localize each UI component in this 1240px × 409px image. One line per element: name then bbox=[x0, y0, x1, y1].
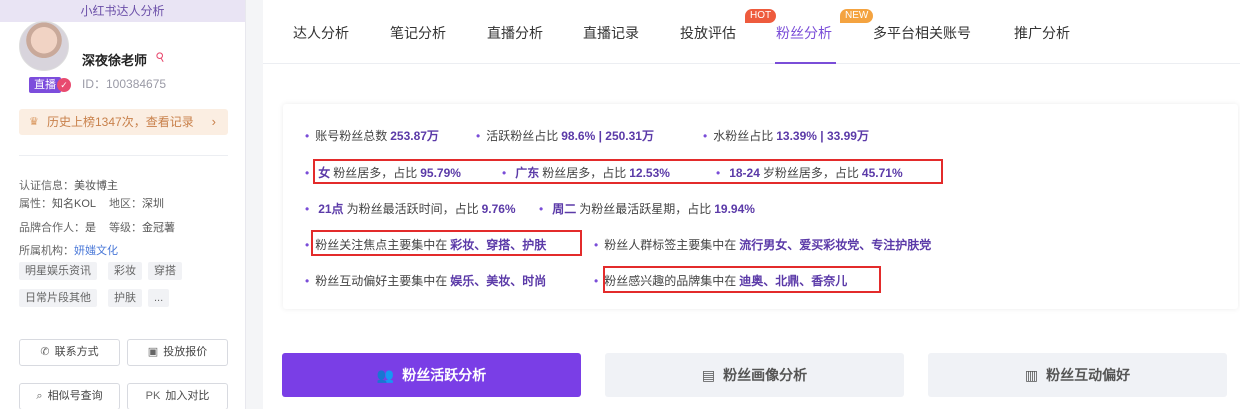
tag-item[interactable]: 彩妆 bbox=[108, 262, 142, 280]
org-info: 所属机构：妍媸文化 bbox=[19, 242, 118, 258]
stat-label: 为粉丝最活跃时间，占比 bbox=[346, 202, 479, 216]
tag-more[interactable]: ... bbox=[148, 289, 170, 307]
stat-value: 13.39% | 33.99万 bbox=[776, 129, 869, 143]
stat-value: 98.6% | 250.31万 bbox=[561, 129, 654, 143]
pin-icon[interactable]: ⚲ bbox=[153, 49, 168, 66]
tag-item[interactable]: 穿搭 bbox=[148, 262, 182, 280]
stat-label: 粉丝互动偏好主要集中在 bbox=[315, 274, 448, 288]
nickname: 深夜徐老师 bbox=[82, 53, 148, 68]
cert-label: 认证信息： bbox=[19, 180, 74, 192]
users-icon: 👥 bbox=[376, 367, 395, 383]
level-value: 金冠薯 bbox=[142, 222, 175, 234]
stat-key: 周二 bbox=[552, 202, 577, 216]
user-id: ID：100384675 bbox=[82, 77, 167, 91]
attr-label: 属性： bbox=[19, 198, 52, 210]
stat-key: 21点 bbox=[318, 202, 344, 216]
brand-partner-value: 是 bbox=[85, 222, 96, 234]
tab-bar: 达人分析 笔记分析 直播分析 直播记录 投放评估 粉丝分析 多平台相关账号 推广… bbox=[263, 0, 1240, 64]
avatar[interactable] bbox=[19, 21, 69, 71]
crown-icon: ♛ bbox=[29, 116, 39, 128]
contact-label: 联系方式 bbox=[54, 346, 99, 358]
quote-label: 投放报价 bbox=[163, 346, 208, 358]
tab-notes[interactable]: 笔记分析 bbox=[390, 23, 446, 43]
tab-fans[interactable]: 粉丝分析 bbox=[776, 23, 832, 43]
sidebar: 小红书达人分析 直播 ✓ 深夜徐老师 ⚲ ID：100384675 ♛ 历史上榜… bbox=[0, 0, 246, 409]
segment-label: 粉丝互动偏好 bbox=[1046, 367, 1131, 383]
active-hour-stat: • 21点 为粉丝最活跃时间，占比 9.76% bbox=[305, 202, 516, 216]
similar-label: 相似号查询 bbox=[47, 390, 103, 402]
audience-tag-stat: • 粉丝人群标签主要集中在 流行男女、爱买彩妆党、专注护肤党 bbox=[594, 238, 932, 252]
fans-portrait-tab[interactable]: ▤ 粉丝画像分析 bbox=[605, 353, 904, 397]
compare-label: 加入对比 bbox=[165, 390, 210, 402]
tab-multi-platform[interactable]: 多平台相关账号 bbox=[873, 23, 971, 43]
segment-label: 粉丝活跃分析 bbox=[402, 367, 487, 383]
fans-activity-tab[interactable]: 👥 粉丝活跃分析 bbox=[282, 353, 581, 397]
chevron-right-icon: › bbox=[211, 114, 216, 129]
level-label: 等级： bbox=[109, 222, 142, 234]
stat-label: 活跃粉丝占比 bbox=[486, 129, 559, 143]
stat-label: 账号粉丝总数 bbox=[315, 129, 388, 143]
tag-item[interactable]: 护肤 bbox=[108, 289, 142, 307]
brand-partner-info: 品牌合作人：是 bbox=[19, 219, 96, 235]
active-fans-stat: • 活跃粉丝占比 98.6% | 250.31万 bbox=[476, 129, 654, 143]
history-rank-text: 历史上榜1347次，查看记录 bbox=[47, 115, 194, 129]
tag-item[interactable]: 日常片段其他 bbox=[19, 289, 97, 307]
stat-value: 流行男女、爱买彩妆党、专注护肤党 bbox=[739, 238, 932, 252]
stat-label: 粉丝人群标签主要集中在 bbox=[604, 238, 737, 252]
highlight-box bbox=[313, 159, 943, 184]
fake-fans-stat: • 水粉丝占比 13.39% | 33.99万 bbox=[703, 129, 869, 143]
page: 小红书达人分析 直播 ✓ 深夜徐老师 ⚲ ID：100384675 ♛ 历史上榜… bbox=[0, 0, 1240, 409]
divider bbox=[19, 155, 228, 156]
bar-chart-icon: ▥ bbox=[1024, 367, 1039, 383]
tab-live-records[interactable]: 直播记录 bbox=[583, 23, 639, 43]
attr-value: 知名KOL bbox=[52, 198, 97, 210]
cert-value: 美妆博主 bbox=[74, 180, 118, 192]
stat-label: 水粉丝占比 bbox=[713, 129, 774, 143]
main-panel: 达人分析 笔记分析 直播分析 直播记录 投放评估 粉丝分析 多平台相关账号 推广… bbox=[263, 0, 1240, 409]
interaction-pref-stat: • 粉丝互动偏好主要集中在 娱乐、美妆、时尚 bbox=[305, 274, 547, 288]
tab-promotion[interactable]: 推广分析 bbox=[1014, 23, 1070, 43]
contact-button[interactable]: ✆ 联系方式 bbox=[19, 339, 120, 366]
sidebar-banner: 小红书达人分析 bbox=[0, 0, 245, 22]
active-tab-indicator bbox=[775, 62, 836, 64]
hot-badge: HOT bbox=[745, 9, 777, 23]
fans-summary-card: • 账号粉丝总数 253.87万 • 活跃粉丝占比 98.6% | 250.31万 • 水… bbox=[283, 104, 1238, 309]
profile-card-icon: ▤ bbox=[701, 367, 716, 383]
add-compare-button[interactable]: PK 加入对比 bbox=[127, 383, 228, 409]
stat-value: 娱乐、美妆、时尚 bbox=[450, 274, 547, 288]
highlight-box bbox=[311, 230, 582, 256]
highlight-box bbox=[603, 266, 881, 293]
quote-button[interactable]: ▣ 投放报价 bbox=[127, 339, 228, 366]
region-label: 地区： bbox=[109, 198, 142, 210]
attr-info: 属性：知名KOL bbox=[19, 195, 96, 211]
stat-value: 9.76% bbox=[481, 202, 516, 216]
search-icon: ⌕ bbox=[36, 390, 43, 402]
total-fans-stat: • 账号粉丝总数 253.87万 bbox=[305, 129, 439, 143]
stat-value: 19.94% bbox=[714, 202, 755, 216]
region-value: 深圳 bbox=[142, 198, 164, 210]
history-rank-link[interactable]: ♛ 历史上榜1347次，查看记录 › bbox=[19, 109, 228, 135]
tab-ad-eval[interactable]: 投放评估 bbox=[680, 23, 736, 43]
tab-influencer[interactable]: 达人分析 bbox=[293, 23, 349, 43]
stat-value: 253.87万 bbox=[390, 129, 439, 143]
segment-label: 粉丝画像分析 bbox=[723, 367, 808, 383]
region-info: 地区：深圳 bbox=[109, 195, 164, 211]
pk-icon: PK bbox=[145, 390, 161, 402]
level-info: 等级：金冠薯 bbox=[109, 219, 175, 235]
org-label: 所属机构： bbox=[19, 245, 74, 257]
stat-label: 为粉丝最活跃星期，占比 bbox=[579, 202, 712, 216]
new-badge: NEW bbox=[840, 9, 874, 23]
phone-icon: ✆ bbox=[40, 346, 50, 358]
tab-live[interactable]: 直播分析 bbox=[487, 23, 543, 43]
fans-interaction-tab[interactable]: ▥ 粉丝互动偏好 bbox=[928, 353, 1227, 397]
tag-item[interactable]: 明星娱乐资讯 bbox=[19, 262, 97, 280]
cert-info: 认证信息：美妆博主 bbox=[19, 177, 118, 193]
brand-partner-label: 品牌合作人： bbox=[19, 222, 85, 234]
similar-search-button[interactable]: ⌕ 相似号查询 bbox=[19, 383, 120, 409]
org-link[interactable]: 妍媸文化 bbox=[74, 245, 118, 257]
active-weekday-stat: • 周二 为粉丝最活跃星期，占比 19.94% bbox=[539, 202, 755, 216]
document-icon: ▣ bbox=[147, 346, 159, 358]
verified-icon: ✓ bbox=[57, 78, 71, 92]
